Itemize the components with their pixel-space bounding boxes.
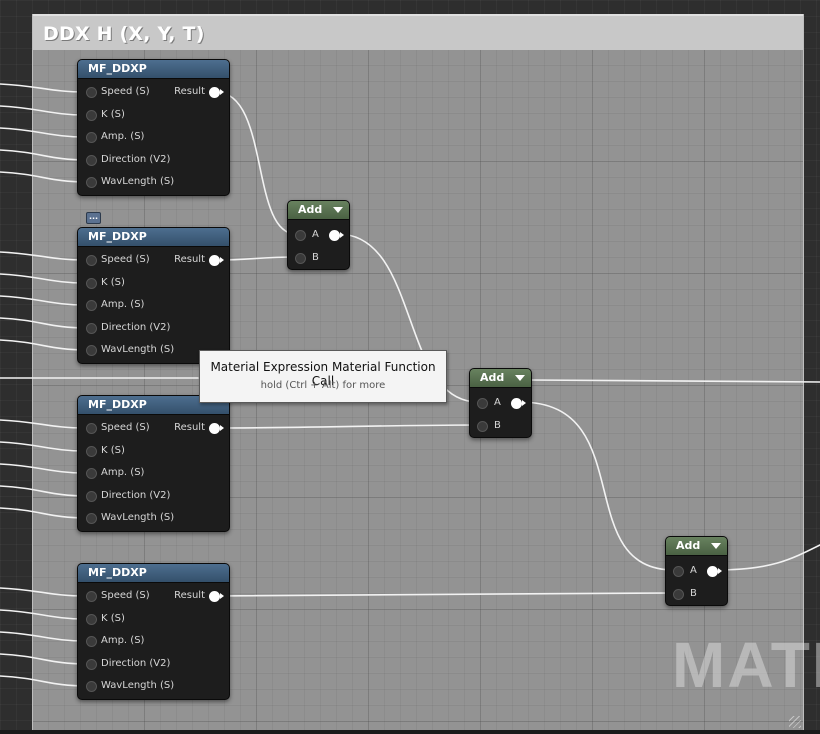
pin-label: A xyxy=(690,565,697,576)
input-pin[interactable] xyxy=(86,423,97,434)
input-pin[interactable] xyxy=(295,230,306,241)
output-pin[interactable] xyxy=(707,566,722,577)
input-pin[interactable] xyxy=(477,421,488,432)
pin-label: K (S) xyxy=(101,277,125,288)
node-title-text: Add xyxy=(298,203,323,216)
node-title: MF_DDXP xyxy=(78,60,229,79)
input-pin[interactable] xyxy=(86,278,97,289)
pin-label: Result xyxy=(174,422,205,433)
pin-label: A xyxy=(494,397,501,408)
input-pin[interactable] xyxy=(673,589,684,600)
input-pin[interactable] xyxy=(86,177,97,188)
pin-label: B xyxy=(312,252,319,263)
mf-ddxp-node[interactable]: MF_DDXP Speed (S) Result K (S) Amp. (S) … xyxy=(77,227,230,364)
pin-label: Direction (V2) xyxy=(101,154,171,165)
ellipsis-badge[interactable]: ... xyxy=(86,212,101,224)
pin-label: Amp. (S) xyxy=(101,635,145,646)
input-pin[interactable] xyxy=(86,491,97,502)
comment-header[interactable]: DDX H (X, Y, T) xyxy=(33,14,803,50)
collapse-arrow-icon[interactable] xyxy=(515,375,525,381)
input-pin[interactable] xyxy=(295,253,306,264)
comment-title: DDX H (X, Y, T) xyxy=(43,23,205,45)
tooltip-subtitle: hold (Ctrl + Alt) for more xyxy=(260,380,386,391)
add-node[interactable]: Add A B xyxy=(469,368,532,438)
pin-label: Direction (V2) xyxy=(101,490,171,501)
node-title: Add xyxy=(288,201,349,220)
bottom-edge xyxy=(0,730,820,734)
pin-label: WavLength (S) xyxy=(101,176,175,187)
input-pin[interactable] xyxy=(673,566,684,577)
pin-label: Speed (S) xyxy=(101,254,150,265)
collapse-arrow-icon[interactable] xyxy=(711,543,721,549)
input-pin[interactable] xyxy=(477,398,488,409)
node-title: MF_DDXP xyxy=(78,228,229,247)
input-pin[interactable] xyxy=(86,323,97,334)
input-pin[interactable] xyxy=(86,614,97,625)
input-pin[interactable] xyxy=(86,132,97,143)
node-title: Add xyxy=(666,537,727,556)
pin-label: B xyxy=(494,420,501,431)
input-pin[interactable] xyxy=(86,110,97,121)
output-pin[interactable] xyxy=(209,87,224,98)
node-title: Add xyxy=(470,369,531,388)
output-pin[interactable] xyxy=(209,423,224,434)
pin-label: Speed (S) xyxy=(101,590,150,601)
input-pin[interactable] xyxy=(86,591,97,602)
comment-resize-grip[interactable] xyxy=(789,716,801,728)
node-title-text: Add xyxy=(676,539,701,552)
pin-label: Result xyxy=(174,590,205,601)
input-pin[interactable] xyxy=(86,513,97,524)
pin-label: WavLength (S) xyxy=(101,512,175,523)
input-pin[interactable] xyxy=(86,87,97,98)
pin-label: B xyxy=(690,588,697,599)
input-pin[interactable] xyxy=(86,636,97,647)
pin-label: Result xyxy=(174,254,205,265)
output-pin[interactable] xyxy=(329,230,344,241)
mf-ddxp-node[interactable]: MF_DDXP Speed (S) Result K (S) Amp. (S) … xyxy=(77,59,230,196)
input-pin[interactable] xyxy=(86,468,97,479)
collapse-arrow-icon[interactable] xyxy=(333,207,343,213)
input-pin[interactable] xyxy=(86,255,97,266)
output-pin[interactable] xyxy=(511,398,526,409)
pin-label: Amp. (S) xyxy=(101,299,145,310)
node-title: MF_DDXP xyxy=(78,564,229,583)
add-node[interactable]: Add A B xyxy=(665,536,728,606)
graph-watermark: MATE xyxy=(672,629,820,701)
pin-label: Direction (V2) xyxy=(101,658,171,669)
input-pin[interactable] xyxy=(86,345,97,356)
pin-label: Direction (V2) xyxy=(101,322,171,333)
input-pin[interactable] xyxy=(86,681,97,692)
pin-label: WavLength (S) xyxy=(101,680,175,691)
pin-label: K (S) xyxy=(101,445,125,456)
pin-label: Result xyxy=(174,86,205,97)
mf-ddxp-node[interactable]: MF_DDXP Speed (S) Result K (S) Amp. (S) … xyxy=(77,563,230,700)
input-pin[interactable] xyxy=(86,300,97,311)
pin-label: Amp. (S) xyxy=(101,467,145,478)
pin-label: Speed (S) xyxy=(101,86,150,97)
add-node[interactable]: Add A B xyxy=(287,200,350,270)
pin-label: K (S) xyxy=(101,109,125,120)
pin-label: WavLength (S) xyxy=(101,344,175,355)
mf-ddxp-node[interactable]: MF_DDXP Speed (S) Result K (S) Amp. (S) … xyxy=(77,395,230,532)
input-pin[interactable] xyxy=(86,659,97,670)
input-pin[interactable] xyxy=(86,446,97,457)
pin-label: K (S) xyxy=(101,613,125,624)
node-tooltip: Material Expression Material Function Ca… xyxy=(199,350,447,403)
pin-label: A xyxy=(312,229,319,240)
input-pin[interactable] xyxy=(86,155,97,166)
node-title-text: Add xyxy=(480,371,505,384)
pin-label: Speed (S) xyxy=(101,422,150,433)
output-pin[interactable] xyxy=(209,255,224,266)
pin-label: Amp. (S) xyxy=(101,131,145,142)
material-graph-canvas[interactable]: DDX H (X, Y, T) MATE xyxy=(0,0,820,734)
output-pin[interactable] xyxy=(209,591,224,602)
